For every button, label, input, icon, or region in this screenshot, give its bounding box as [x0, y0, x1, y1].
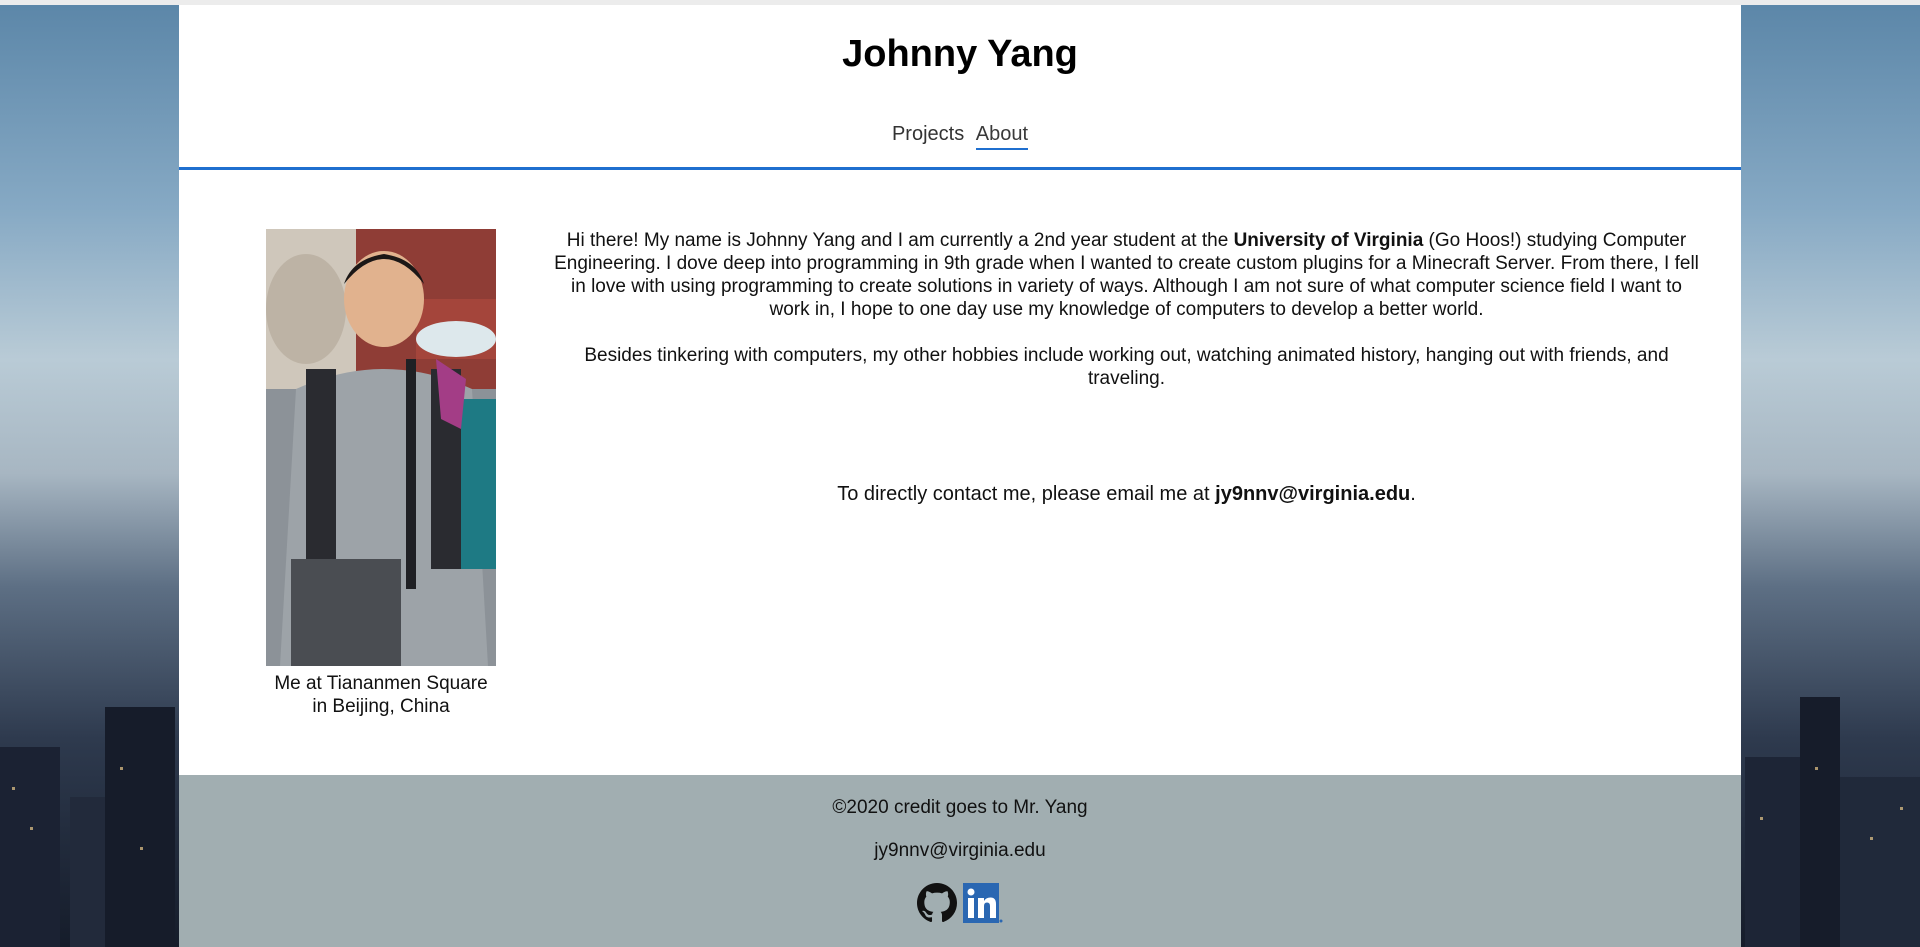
- linkedin-link[interactable]: [963, 883, 1003, 923]
- caption-line-2: in Beijing, China: [312, 696, 450, 717]
- github-link[interactable]: [917, 883, 957, 923]
- site-title: Johnny Yang: [842, 33, 1078, 75]
- contact-email: jy9nnv@virginia.edu: [1215, 483, 1411, 505]
- site-header: Johnny Yang Projects About: [179, 5, 1741, 170]
- bio-paragraph-1: Hi there! My name is Johnny Yang and I a…: [549, 229, 1704, 321]
- nav-link-about[interactable]: About: [975, 123, 1029, 150]
- contact-text: To directly contact me, please email me …: [837, 483, 1216, 505]
- footer-email[interactable]: jy9nnv@virginia.edu: [179, 840, 1741, 862]
- profile-photo: [266, 229, 496, 666]
- page-container: Johnny Yang Projects About Me at Tiananm…: [179, 5, 1741, 947]
- github-icon: [917, 883, 957, 923]
- profile-photo-illustration: [266, 229, 496, 666]
- bio-intro-text: Hi there! My name is Johnny Yang and I a…: [566, 230, 1234, 251]
- social-links: [179, 883, 1741, 923]
- nav-link-projects[interactable]: Projects: [892, 123, 964, 148]
- about-section: Me at Tiananmen Square in Beijing, China…: [179, 170, 1741, 777]
- contact-line: To directly contact me, please email me …: [549, 483, 1704, 506]
- bio-text: Hi there! My name is Johnny Yang and I a…: [549, 229, 1704, 413]
- copyright-text: ©2020 credit goes to Mr. Yang: [832, 797, 1088, 818]
- contact-period: .: [1410, 483, 1416, 505]
- profile-figure: Me at Tiananmen Square in Beijing, China: [266, 229, 496, 718]
- bio-paragraph-2: Besides tinkering with computers, my oth…: [584, 345, 1669, 389]
- profile-caption: Me at Tiananmen Square in Beijing, China: [266, 672, 496, 718]
- main-nav: Projects About: [179, 123, 1741, 150]
- university-name: University of Virginia: [1233, 230, 1424, 251]
- linkedin-icon: [963, 883, 1003, 923]
- site-footer: ©2020 credit goes to Mr. Yang jy9nnv@vir…: [179, 775, 1741, 947]
- caption-line-1: Me at Tiananmen Square: [274, 673, 488, 694]
